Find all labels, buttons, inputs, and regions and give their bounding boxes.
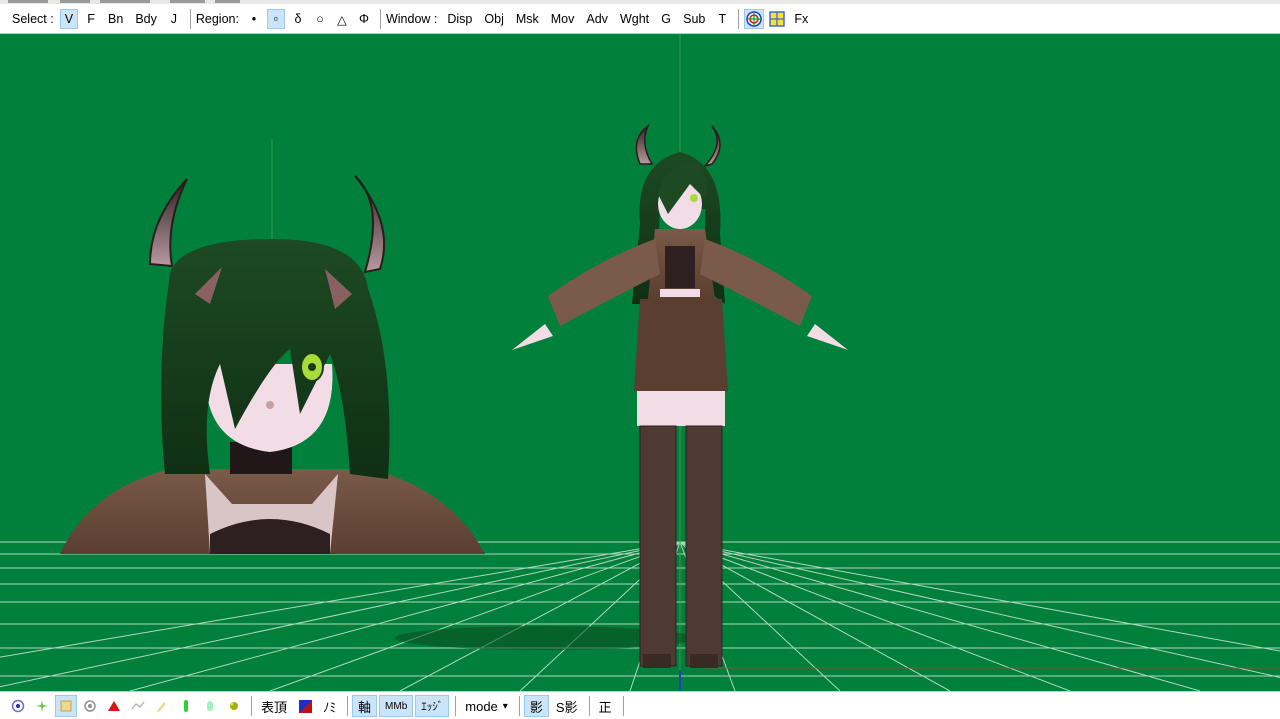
bottom-toolbar-row: 表頂 ﾉﾐ 軸 MMb ｴｯｼﾞ mode ▾ 影 S影 正 (6, 695, 627, 717)
bottom-separator (347, 696, 349, 716)
window-obj-button[interactable]: Obj (480, 9, 507, 29)
toolbar-separator (738, 9, 740, 29)
edge-button[interactable]: ｴｯｼﾞ (415, 695, 450, 717)
ring-icon[interactable] (79, 695, 101, 717)
fx-button[interactable]: Fx (790, 9, 812, 29)
toolbar-separator (379, 9, 381, 29)
window-wght-button[interactable]: Wght (616, 9, 653, 29)
bottom-separator (455, 696, 457, 716)
brush-icon[interactable] (151, 695, 173, 717)
mode-dropdown-label: mode (465, 698, 498, 714)
main-toolbar: Select : V F Bn Bdy J Region: • ▫ δ ○ △ … (0, 0, 1280, 34)
bottom-separator (251, 696, 252, 716)
region-triangle-button[interactable]: △ (333, 9, 351, 29)
front-view-button[interactable]: 正 (594, 695, 617, 717)
region-point-button[interactable]: • (245, 9, 263, 29)
yellow-shape-icon[interactable] (223, 695, 245, 717)
green-bottle-icon[interactable] (175, 695, 197, 717)
region-delta-button[interactable]: δ (289, 9, 307, 29)
triangle-icon[interactable] (103, 695, 125, 717)
menu-strip (0, 0, 1280, 4)
select-bone-button[interactable]: Bn (104, 9, 127, 29)
window-g-button[interactable]: G (657, 9, 675, 29)
window-t-button[interactable]: T (713, 9, 731, 29)
region-phi-button[interactable]: Φ (355, 9, 373, 29)
region-circle-button[interactable]: ○ (311, 9, 329, 29)
bottom-separator (518, 696, 520, 716)
toolbar-row: Select : V F Bn Bdy J Region: • ▫ δ ○ △ … (0, 8, 814, 30)
window-mov-button[interactable]: Mov (547, 9, 579, 29)
window-disp-button[interactable]: Disp (443, 9, 476, 29)
bottom-separator (622, 696, 624, 716)
select-face-button[interactable]: F (82, 9, 100, 29)
color-swatch-icon[interactable] (294, 695, 316, 717)
window-label: Window : (385, 12, 438, 26)
vertex-icon[interactable] (7, 695, 29, 717)
sparkle-icon[interactable] (31, 695, 53, 717)
face-select-icon[interactable] (55, 695, 77, 717)
select-vertex-button[interactable]: V (59, 9, 79, 29)
3d-viewport[interactable] (0, 34, 1280, 691)
window-adv-button[interactable]: Adv (582, 9, 612, 29)
grid-toggle-icon[interactable] (768, 9, 786, 29)
shadow-button[interactable]: 影 (523, 695, 549, 717)
bottom-separator (588, 696, 590, 716)
cylinder-icon[interactable] (199, 695, 221, 717)
region-label: Region: (195, 12, 239, 26)
circle-target-icon[interactable] (744, 9, 765, 29)
self-shadow-button[interactable]: S影 (551, 695, 583, 717)
chevron-down-icon: ▾ (502, 700, 508, 712)
mmb-button[interactable]: MMb (379, 695, 414, 717)
axis-button[interactable]: 軸 (352, 695, 378, 717)
line-icon[interactable] (127, 695, 149, 717)
window-msk-button[interactable]: Msk (512, 9, 543, 29)
select-body-button[interactable]: Bdy (131, 9, 161, 29)
mode-dropdown[interactable]: mode ▾ (460, 695, 513, 717)
nomi-button[interactable]: ﾉﾐ (318, 695, 341, 717)
window-sub-button[interactable]: Sub (679, 9, 709, 29)
viewport-scene (0, 34, 1280, 691)
region-rect-button[interactable]: ▫ (266, 9, 285, 29)
hyochou-button[interactable]: 表頂 (256, 695, 292, 717)
toolbar-separator (189, 9, 191, 29)
select-label: Select : (12, 12, 54, 26)
bottom-toolbar: 表頂 ﾉﾐ 軸 MMb ｴｯｼﾞ mode ▾ 影 S影 正 (0, 691, 1280, 719)
select-joint-button[interactable]: J (165, 9, 183, 29)
